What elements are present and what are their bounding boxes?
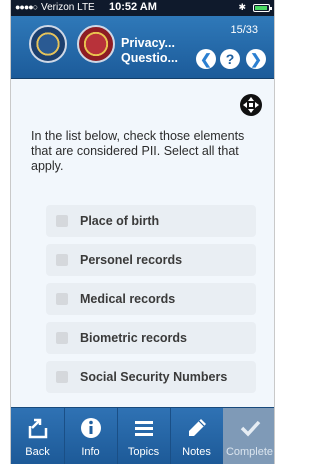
option-label: Personel records: [80, 253, 183, 267]
option-label: Biometric records: [80, 331, 187, 345]
option-label: Social Security Numbers: [80, 370, 228, 384]
tab-label: Back: [25, 446, 50, 458]
option-label: Medical records: [80, 292, 176, 306]
header-bar: Privacy... Questio... 15/33 ❮ ? ❯: [11, 16, 274, 79]
help-button[interactable]: ?: [220, 49, 240, 69]
checkmark-icon: [239, 417, 261, 444]
tab-topics[interactable]: Topics: [117, 408, 170, 464]
menu-list-icon: [133, 417, 155, 444]
tab-back[interactable]: Back: [11, 408, 64, 464]
page-title: Privacy... Questio...: [121, 36, 197, 66]
option-label: Place of birth: [80, 214, 160, 228]
bluetooth-icon: ✱: [238, 2, 246, 12]
tab-info[interactable]: Info: [64, 408, 117, 464]
checkbox[interactable]: [56, 254, 68, 266]
back-icon: [27, 417, 49, 444]
navy-seal-logo: [29, 25, 67, 63]
pencil-icon: [186, 417, 208, 444]
question-counter: 15/33: [230, 24, 258, 36]
tab-notes[interactable]: Notes: [170, 408, 223, 464]
option-biometric-records[interactable]: Biometric records: [46, 322, 256, 354]
checkbox[interactable]: [56, 215, 68, 227]
signal-strength: ●●●●○: [15, 2, 38, 12]
checkbox[interactable]: [56, 293, 68, 305]
next-question-button[interactable]: ❯: [246, 49, 266, 69]
carrier-label: Verizon LTE: [41, 2, 95, 13]
clock: 10:52 AM: [109, 1, 157, 13]
title-line-1: Privacy...: [121, 36, 175, 50]
checkbox[interactable]: [56, 332, 68, 344]
option-place-of-birth[interactable]: Place of birth: [46, 205, 256, 237]
tab-complete[interactable]: Complete: [223, 408, 274, 464]
option-personel-records[interactable]: Personel records: [46, 244, 256, 276]
battery-icon: [253, 4, 272, 12]
info-icon: [80, 417, 102, 444]
option-medical-records[interactable]: Medical records: [46, 283, 256, 315]
previous-question-button[interactable]: ❮: [196, 49, 216, 69]
tab-label: Complete: [225, 446, 274, 458]
tab-label: Info: [81, 446, 100, 458]
tab-label: Topics: [127, 446, 160, 458]
option-social-security-numbers[interactable]: Social Security Numbers: [46, 361, 256, 393]
move-arrows-icon[interactable]: [240, 94, 262, 116]
usmc-seal-logo: [77, 25, 115, 63]
tab-label: Notes: [182, 446, 211, 458]
status-bar: ●●●●○ Verizon LTE 10:52 AM ✱: [11, 0, 274, 16]
question-prompt: In the list below, check those elements …: [31, 129, 245, 173]
title-line-2: Questio...: [121, 51, 178, 65]
bottom-tab-bar: Back Info Topics Notes Complete: [11, 407, 274, 464]
checkbox[interactable]: [56, 371, 68, 383]
app-frame: ●●●●○ Verizon LTE 10:52 AM ✱ Privacy... …: [10, 0, 275, 464]
